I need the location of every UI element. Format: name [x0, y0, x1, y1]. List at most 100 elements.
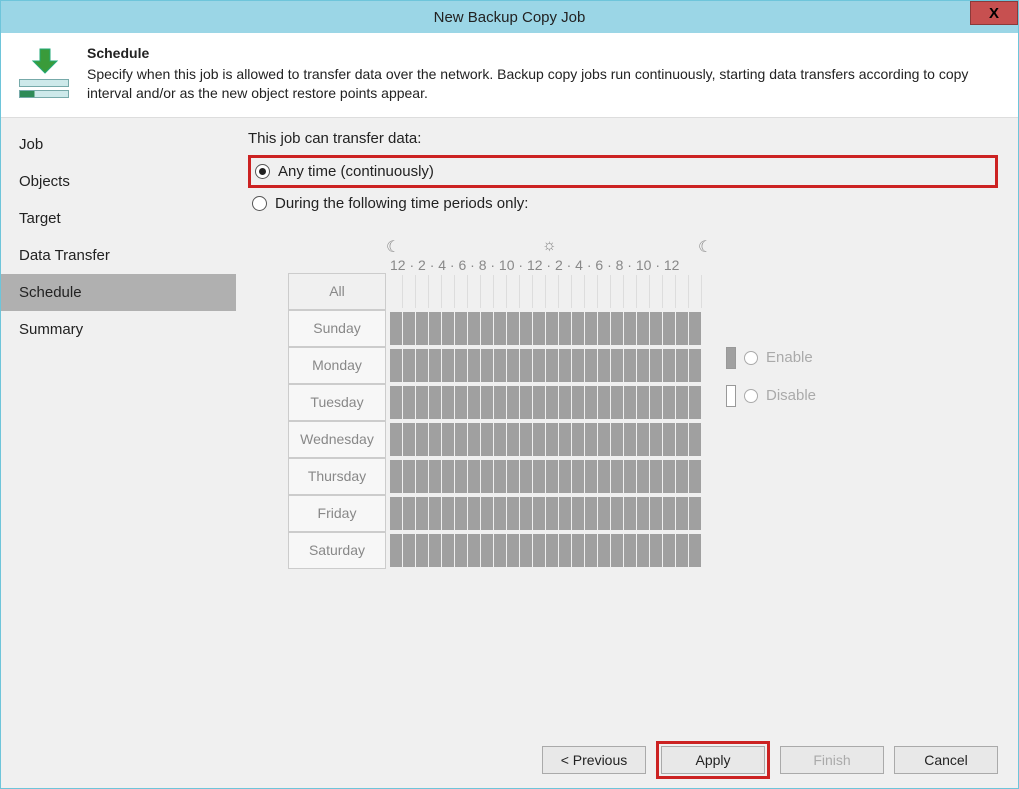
hour-cell[interactable] — [689, 460, 702, 493]
hour-cell[interactable] — [572, 386, 585, 419]
hour-cell[interactable] — [468, 312, 481, 345]
hour-cell[interactable] — [429, 386, 442, 419]
hour-cell[interactable] — [520, 423, 533, 456]
day-label[interactable]: Wednesday — [288, 421, 386, 458]
hour-cell[interactable] — [624, 534, 637, 567]
hour-cell[interactable] — [611, 534, 624, 567]
hour-cell[interactable] — [481, 386, 494, 419]
hour-cell[interactable] — [611, 423, 624, 456]
day-label[interactable]: Tuesday — [288, 384, 386, 421]
hour-cell[interactable] — [468, 349, 481, 382]
hour-cell[interactable] — [689, 534, 702, 567]
hour-cell[interactable] — [585, 534, 598, 567]
hour-cell[interactable] — [598, 534, 611, 567]
sidebar-item-schedule[interactable]: Schedule — [1, 274, 236, 311]
hour-cell[interactable] — [598, 275, 611, 308]
hour-cell[interactable] — [585, 275, 598, 308]
hour-cell[interactable] — [689, 386, 702, 419]
hour-cell[interactable] — [507, 349, 520, 382]
hour-cell[interactable] — [585, 423, 598, 456]
hour-cell[interactable] — [429, 423, 442, 456]
hour-cell[interactable] — [533, 460, 546, 493]
hour-cell[interactable] — [572, 497, 585, 530]
hour-cell[interactable] — [572, 275, 585, 308]
sidebar-item-target[interactable]: Target — [1, 200, 236, 237]
hour-cell[interactable] — [663, 349, 676, 382]
hour-cell[interactable] — [598, 497, 611, 530]
hour-cell[interactable] — [637, 423, 650, 456]
hour-cell[interactable] — [442, 534, 455, 567]
hour-cell[interactable] — [546, 312, 559, 345]
hour-cell[interactable] — [520, 312, 533, 345]
hour-cell[interactable] — [468, 275, 481, 308]
hour-cell[interactable] — [559, 423, 572, 456]
hour-cell[interactable] — [559, 460, 572, 493]
hour-cell[interactable] — [546, 497, 559, 530]
hour-cell[interactable] — [663, 534, 676, 567]
hour-cell[interactable] — [676, 275, 689, 308]
hour-cell[interactable] — [676, 497, 689, 530]
hour-cell[interactable] — [546, 386, 559, 419]
hour-cell[interactable] — [442, 349, 455, 382]
hour-cell[interactable] — [559, 275, 572, 308]
hour-cell[interactable] — [403, 275, 416, 308]
hour-cell[interactable] — [403, 497, 416, 530]
hour-cell[interactable] — [468, 497, 481, 530]
hour-cell[interactable] — [546, 275, 559, 308]
hour-cell[interactable] — [494, 460, 507, 493]
hour-cell[interactable] — [416, 460, 429, 493]
hour-cell[interactable] — [481, 349, 494, 382]
hour-cell[interactable] — [559, 386, 572, 419]
hour-cell[interactable] — [468, 534, 481, 567]
hour-cell[interactable] — [650, 497, 663, 530]
legend-disable[interactable]: Disable — [726, 385, 816, 407]
apply-button[interactable]: Apply — [661, 746, 765, 774]
hour-cell[interactable] — [455, 497, 468, 530]
hour-cell[interactable] — [468, 460, 481, 493]
hour-cell[interactable] — [611, 460, 624, 493]
hour-cell[interactable] — [572, 423, 585, 456]
hour-cell[interactable] — [585, 386, 598, 419]
hour-cell[interactable] — [533, 423, 546, 456]
hour-cell[interactable] — [533, 497, 546, 530]
day-label[interactable]: Sunday — [288, 310, 386, 347]
hour-cell[interactable] — [624, 275, 637, 308]
hour-cell[interactable] — [481, 534, 494, 567]
hour-cell[interactable] — [520, 497, 533, 530]
hour-cell[interactable] — [663, 275, 676, 308]
hour-cell[interactable] — [442, 423, 455, 456]
hour-cell[interactable] — [481, 460, 494, 493]
hour-cell[interactable] — [533, 534, 546, 567]
hour-cell[interactable] — [416, 423, 429, 456]
hour-cell[interactable] — [559, 497, 572, 530]
hour-cell[interactable] — [533, 275, 546, 308]
hour-cell[interactable] — [663, 460, 676, 493]
day-label[interactable]: Friday — [288, 495, 386, 532]
hour-cell[interactable] — [390, 349, 403, 382]
hour-cell[interactable] — [676, 423, 689, 456]
hour-cell[interactable] — [507, 497, 520, 530]
hour-cell[interactable] — [637, 497, 650, 530]
hour-cell[interactable] — [533, 386, 546, 419]
hour-cell[interactable] — [663, 312, 676, 345]
hour-cell[interactable] — [533, 312, 546, 345]
hour-cell[interactable] — [507, 275, 520, 308]
hour-cell[interactable] — [676, 534, 689, 567]
hour-cell[interactable] — [494, 423, 507, 456]
hour-cell[interactable] — [403, 386, 416, 419]
hour-cell[interactable] — [624, 497, 637, 530]
hour-cell[interactable] — [442, 497, 455, 530]
hour-cell[interactable] — [403, 349, 416, 382]
hour-cell[interactable] — [585, 497, 598, 530]
hour-cell[interactable] — [572, 312, 585, 345]
sidebar-item-data-transfer[interactable]: Data Transfer — [1, 237, 236, 274]
hour-cell[interactable] — [624, 386, 637, 419]
hour-cell[interactable] — [416, 275, 429, 308]
hour-cell[interactable] — [507, 534, 520, 567]
hour-cell[interactable] — [650, 460, 663, 493]
hour-cell[interactable] — [429, 534, 442, 567]
hour-cell[interactable] — [507, 460, 520, 493]
hour-cell[interactable] — [689, 275, 702, 308]
hour-cell[interactable] — [429, 275, 442, 308]
hour-cell[interactable] — [390, 275, 403, 308]
